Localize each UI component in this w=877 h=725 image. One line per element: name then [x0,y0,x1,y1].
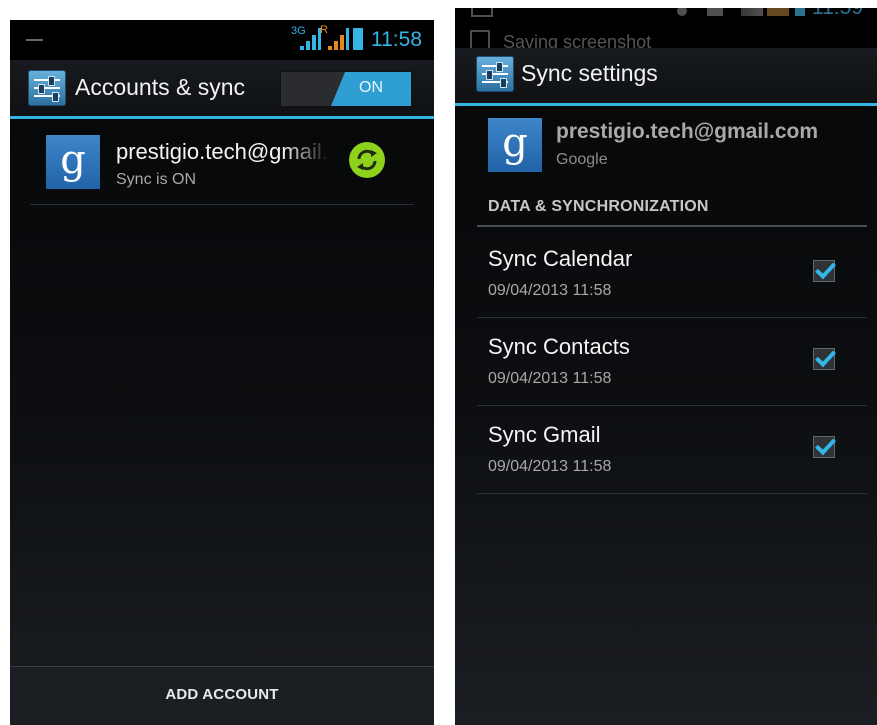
signal-icon [741,8,763,16]
google-logo-icon: g [46,135,100,189]
section-divider [477,225,867,227]
screenshot-notification-icon [471,8,493,17]
toggle-label: ON [359,79,383,96]
account-provider: Google [556,151,608,168]
settings-app-icon[interactable] [28,70,66,106]
sync-item-timestamp: 09/04/2013 11:58 [488,370,612,387]
toggle-on-state: ON [331,72,411,106]
accounts-sync-screen: 3G R 11:58 Accounts & sync ON g prestigi… [10,20,434,725]
roaming-label: R [320,24,328,36]
sync-contacts-row[interactable]: Sync Contacts 09/04/2013 11:58 [477,318,867,406]
account-sync-status: Sync is ON [116,171,197,188]
mute-icon [707,8,723,16]
sync-calendar-row[interactable]: Sync Calendar 09/04/2013 11:58 [477,230,867,318]
signal-roaming-icon [767,8,789,16]
battery-icon [353,28,363,50]
page-title: Accounts & sync [75,74,246,100]
account-header: g prestigio.tech@gmail.com Google [488,118,848,178]
section-header: DATA & SYNCHRONIZATION [488,198,709,215]
sync-calendar-checkbox[interactable] [813,260,835,282]
sync-gmail-row[interactable]: Sync Gmail 09/04/2013 11:58 [477,406,867,494]
bluetooth-icon [677,8,687,16]
battery-icon [795,8,805,16]
page-title: Sync settings [521,60,658,86]
status-bar: 3G R 11:58 [10,20,434,60]
sync-item-timestamp: 09/04/2013 11:58 [488,458,612,475]
account-email: prestigio.tech@gmail.com [556,120,819,143]
notification-indicator [26,39,43,41]
sync-item-title: Sync Gmail [488,422,601,447]
status-time: 11:59 [812,8,863,20]
settings-app-icon[interactable] [476,56,514,92]
action-bar: Sync settings [455,48,877,106]
sync-item-title: Sync Calendar [488,246,633,271]
status-time: 11:58 [371,28,422,51]
status-bar: Saving screenshot 11:59 [455,8,877,52]
google-logo-icon: g [488,118,542,172]
sync-status-icon [349,142,385,178]
sync-toggle[interactable]: ON [280,71,412,107]
sync-gmail-checkbox[interactable] [813,436,835,458]
sync-contacts-checkbox[interactable] [813,348,835,370]
sync-settings-screen: Saving screenshot 11:59 Sync settings g … [455,8,877,725]
account-row[interactable]: g prestigio.tech@gmail.com Sync is ON [30,117,414,205]
network-type-label: 3G [291,25,306,37]
action-bar: Accounts & sync ON [10,60,434,119]
sync-item-timestamp: 09/04/2013 11:58 [488,282,612,299]
add-account-button[interactable]: ADD ACCOUNT [10,666,434,725]
account-email: prestigio.tech@gmail.com [116,139,330,164]
sync-item-title: Sync Contacts [488,334,630,359]
